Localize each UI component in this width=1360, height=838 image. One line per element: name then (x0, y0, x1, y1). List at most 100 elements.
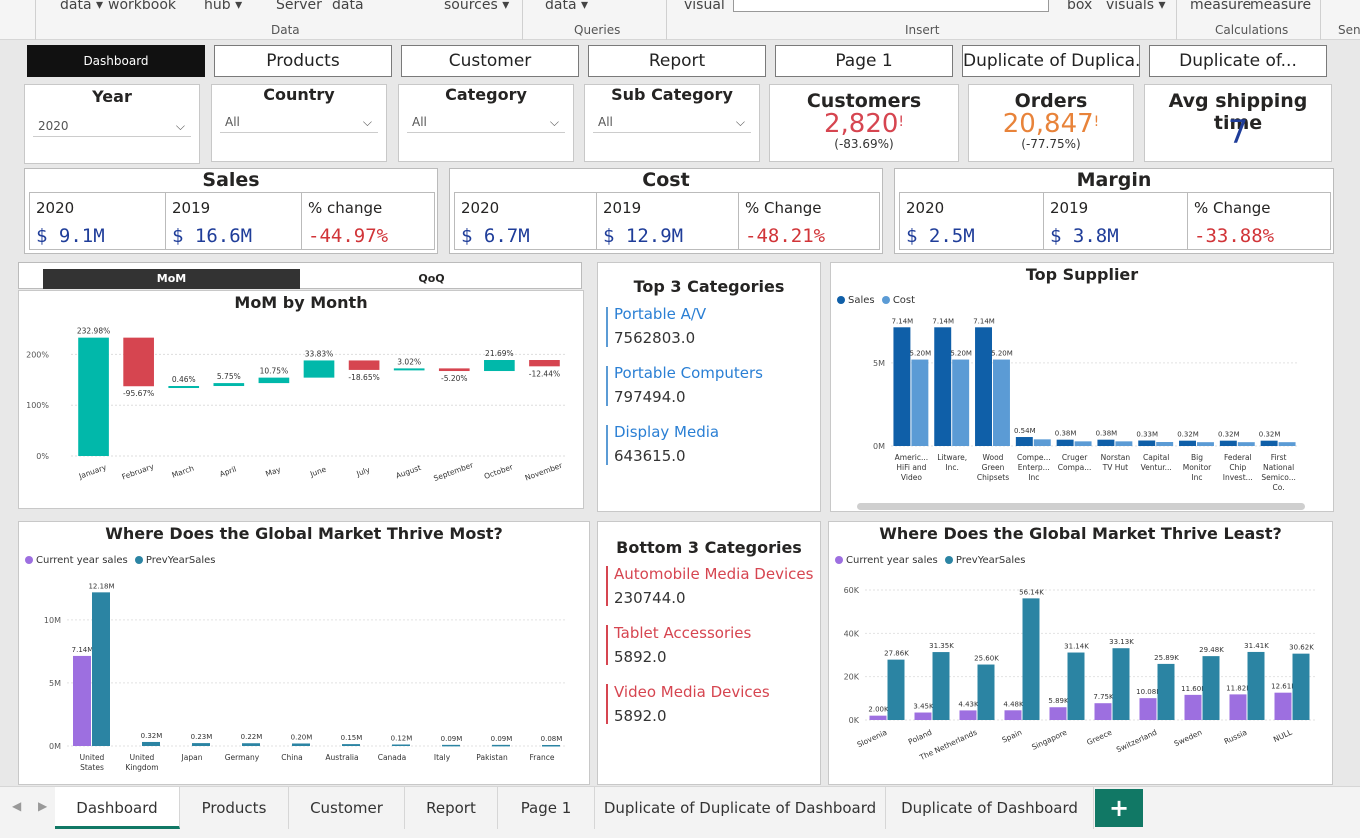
subcategory-dropdown[interactable]: All ⌵ (593, 111, 751, 133)
scroll-right-icon[interactable]: ▶ (38, 799, 47, 813)
data-label: 0.32M (1218, 431, 1240, 439)
data-label: -95.67% (123, 389, 154, 398)
slicer-year: Year 2020 ⌵ (24, 84, 200, 164)
page-tab-report[interactable]: Report (405, 787, 498, 829)
page-tab-customer[interactable]: Customer (289, 787, 405, 829)
ribbon-item[interactable]: visual (684, 0, 725, 13)
bar (1112, 648, 1130, 720)
bar (1015, 437, 1033, 446)
x-tick-label: States (80, 763, 104, 772)
x-tick-label: Italy (434, 753, 451, 762)
y-tick-label: 100% (26, 401, 49, 410)
scroll-left-icon[interactable]: ◀ (12, 799, 21, 813)
data-label: 0.32M (1259, 431, 1281, 439)
add-page-button[interactable]: + (1095, 789, 1143, 827)
ribbon-item[interactable]: Server (276, 0, 322, 13)
bar (1219, 440, 1237, 446)
ribbon-item[interactable]: data (332, 0, 364, 13)
page-tab-page1[interactable]: Page 1 (498, 787, 595, 829)
table-header: % Change (1194, 199, 1271, 217)
page-tab-products[interactable]: Products (180, 787, 289, 829)
x-tick-label: March (171, 463, 196, 479)
bar (993, 359, 1010, 446)
data-label: 5.75% (217, 372, 241, 381)
x-tick-label: Canada (378, 753, 407, 762)
x-tick-label: National (1263, 463, 1294, 472)
ribbon-item[interactable]: measure (1190, 0, 1251, 13)
bar (1247, 651, 1265, 720)
kpi-orders: Orders 20,847! (-77.75%) (968, 84, 1134, 162)
bar (92, 592, 110, 746)
toggle-mom[interactable]: MoM (43, 269, 300, 289)
waterfall-bar (438, 368, 470, 372)
category-dropdown[interactable]: All ⌵ (407, 111, 565, 133)
ribbon-item[interactable]: measure (1250, 0, 1311, 13)
nav-button-customer[interactable]: Customer (401, 45, 579, 77)
nav-button-duplicate[interactable]: Duplicate of... (1149, 45, 1327, 77)
table-value: -48.21% (745, 225, 826, 247)
nav-button-dashboard[interactable]: Dashboard (27, 45, 205, 77)
ribbon-item[interactable]: sources ▾ (444, 0, 509, 13)
page-tab-dashboard[interactable]: Dashboard (55, 787, 180, 829)
category-value: 5892.0 (614, 648, 667, 666)
data-label: 12.18M (88, 582, 114, 590)
ribbon-item[interactable]: hub ▾ (204, 0, 242, 13)
data-label: 0.38M (1055, 430, 1077, 438)
data-label: 25.60K (974, 655, 999, 663)
chevron-down-icon: ⌵ (549, 115, 559, 129)
table-cell: 2020 $ 6.7M (454, 192, 598, 250)
x-tick-label: Switzerland (1115, 728, 1159, 755)
page-tab-duplicate[interactable]: Duplicate of Dashboard (886, 787, 1094, 829)
toggle-qoq[interactable]: QoQ (309, 269, 554, 289)
supplier-card: Top Supplier Sales Cost 0M 5M 7.14M 5.20M Am… (830, 262, 1334, 512)
category-value: 643615.0 (614, 447, 686, 465)
ribbon-item[interactable]: box (1067, 0, 1092, 13)
bar (292, 743, 310, 746)
dropdown-value: All (412, 115, 427, 129)
dropdown-value: All (598, 115, 613, 129)
x-tick-label: United (130, 753, 155, 762)
ribbon-item[interactable]: workbook (108, 0, 176, 13)
page-tab-duplicate-of-duplicate[interactable]: Duplicate of Duplicate of Dashboard (595, 787, 886, 829)
x-tick-label: April (218, 464, 237, 478)
bar (952, 359, 970, 446)
table-value: $ 6.7M (461, 225, 530, 247)
x-tick-label: August (394, 463, 422, 480)
data-label: 30.62K (1289, 644, 1314, 652)
data-label: 3.45K (913, 703, 934, 711)
bar (192, 743, 210, 746)
slicer-title: Country (263, 85, 335, 104)
x-tick-label: November (524, 460, 565, 482)
ribbon-item[interactable]: visuals ▾ (1106, 0, 1166, 13)
bar (1139, 698, 1157, 720)
nav-button-report[interactable]: Report (588, 45, 766, 77)
nav-button-products[interactable]: Products (214, 45, 392, 77)
card-title: Bottom 3 Categories (616, 538, 802, 557)
data-label: 7.14M (973, 317, 995, 325)
horizontal-scrollbar[interactable] (857, 503, 1305, 510)
ribbon-item[interactable]: data ▾ (60, 0, 103, 13)
table-value: $ 2.5M (906, 225, 975, 247)
table-title: Cost (642, 169, 690, 191)
bar (1202, 656, 1220, 720)
table-cell: 2019 $ 3.8M (1043, 192, 1189, 250)
x-tick-label: Poland (907, 728, 934, 747)
table-cell: 2020 $ 2.5M (899, 192, 1045, 250)
nav-button-duplicate-of-duplicate[interactable]: Duplicate of Duplica... (962, 45, 1140, 77)
table-title: Sales (202, 169, 260, 191)
x-tick-label: Litware, (937, 453, 967, 462)
y-tick-label: 20K (844, 673, 860, 682)
waterfall-bar (168, 386, 200, 389)
data-label: 5.20M (991, 350, 1013, 358)
nav-button-page1[interactable]: Page 1 (775, 45, 953, 77)
table-header: 2019 (603, 199, 642, 217)
ribbon-item[interactable]: data ▾ (545, 0, 588, 13)
country-dropdown[interactable]: All ⌵ (220, 111, 378, 133)
table-value: $ 12.9M (603, 225, 684, 247)
table-header: % change (308, 199, 383, 217)
x-tick-label: Capital (1143, 453, 1169, 462)
x-tick-label: Spain (1001, 728, 1024, 745)
bar (1074, 441, 1092, 446)
data-label: 7.14M (892, 317, 914, 325)
year-dropdown[interactable]: 2020 ⌵ (33, 115, 191, 137)
